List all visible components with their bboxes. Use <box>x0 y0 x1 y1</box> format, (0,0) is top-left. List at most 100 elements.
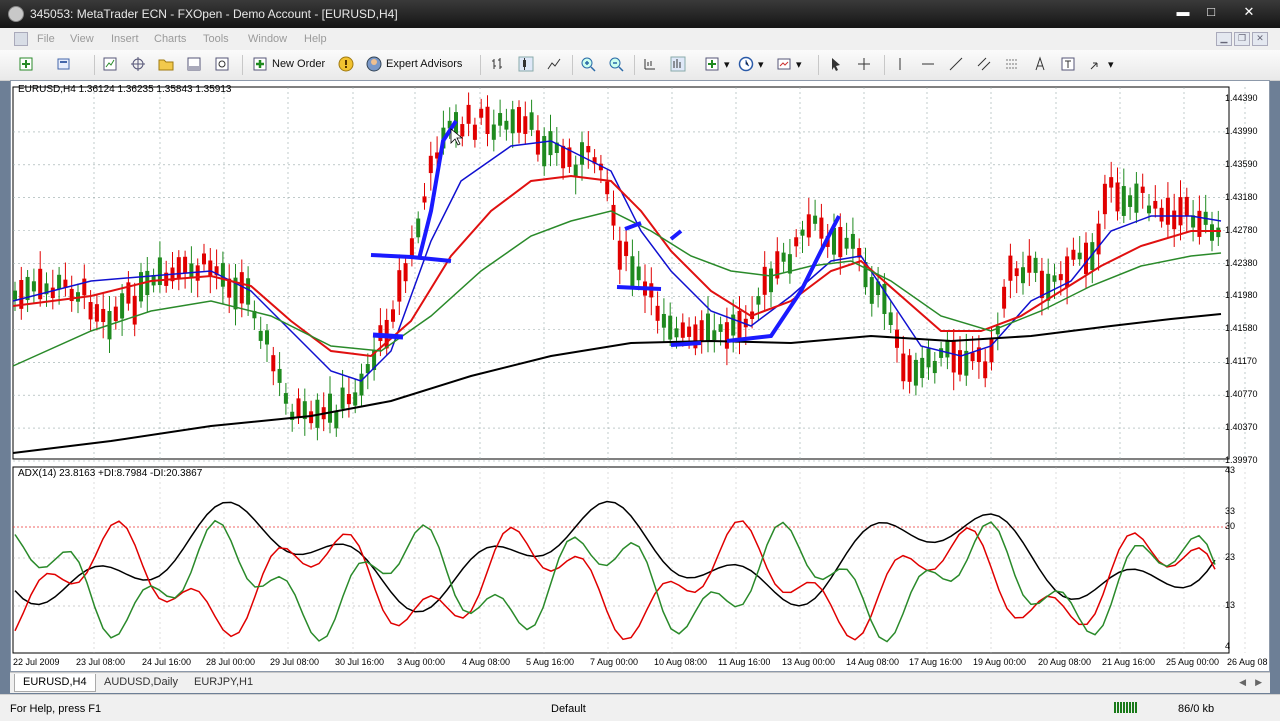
periods-button[interactable]: ▾ <box>738 56 764 74</box>
chart-shift-icon <box>670 56 686 72</box>
chart-window[interactable]: EURUSD,H4 1.36124 1.36235 1.35843 1.3591… <box>10 80 1270 672</box>
templates-button[interactable]: ▾ <box>776 56 802 74</box>
menu-charts[interactable]: Charts <box>154 33 186 45</box>
new-order-button[interactable]: New Order <box>252 56 325 74</box>
candle-body <box>769 268 773 293</box>
candle-body <box>334 411 339 429</box>
candle-body <box>939 348 944 358</box>
candle-body <box>328 393 332 423</box>
candle-body <box>731 314 736 336</box>
indicators-button[interactable]: ▾ <box>704 56 730 74</box>
menu-file[interactable]: File <box>37 33 55 45</box>
candle-body <box>1184 196 1189 217</box>
expert-advisors-icon <box>366 56 382 72</box>
bar-chart-button[interactable] <box>490 56 506 74</box>
date-tick-label: 3 Aug 00:00 <box>397 657 446 667</box>
date-tick-label: 11 Aug 16:00 <box>718 657 771 667</box>
adx-tick-label: 33 <box>1225 506 1236 516</box>
status-help: For Help, press F1 <box>10 703 102 715</box>
candle-body <box>309 411 314 424</box>
metaeditor-button[interactable] <box>338 56 354 74</box>
arrows-icon <box>1090 62 1098 70</box>
candle-body <box>1210 224 1214 241</box>
horizontal-line-button[interactable] <box>920 56 936 74</box>
candle-body <box>794 237 799 247</box>
candle-body <box>1071 249 1076 260</box>
candle-body <box>781 252 786 262</box>
candle-body <box>50 287 55 299</box>
fibonacci-button[interactable] <box>1004 56 1020 74</box>
maximize-button[interactable]: □ <box>1196 2 1226 22</box>
equidistant-channel-button[interactable] <box>976 56 992 74</box>
expert-advisors-label: Expert Advisors <box>386 58 463 70</box>
crosshair-button[interactable] <box>856 56 872 74</box>
adx-tick-label: 23 <box>1225 552 1236 562</box>
zoom-out-button[interactable] <box>608 56 624 74</box>
candlestick-icon <box>518 56 534 72</box>
date-tick-label: 23 Jul 08:00 <box>76 657 126 667</box>
cursor-button[interactable] <box>828 56 844 74</box>
window-title: 345053: MetaTrader ECN - FXOpen - Demo A… <box>30 7 398 21</box>
candle-body <box>901 353 906 382</box>
tab-audusd-daily[interactable]: AUDUSD,Daily <box>96 674 186 691</box>
candle-body <box>1178 197 1183 226</box>
line-chart-button[interactable] <box>546 56 562 74</box>
candle-body <box>674 328 679 338</box>
candle-body <box>737 310 742 340</box>
candle-body <box>1027 255 1032 273</box>
auto-scroll-button[interactable] <box>642 56 658 74</box>
candle-body <box>472 124 477 140</box>
candle-body <box>466 104 471 124</box>
date-tick-label: 21 Aug 16:00 <box>1102 657 1156 667</box>
menu-insert[interactable]: Insert <box>111 33 139 45</box>
terminal-button[interactable] <box>186 56 202 74</box>
vertical-line-button[interactable] <box>892 56 908 74</box>
minimize-button[interactable]: ▬ <box>1168 2 1198 22</box>
arrows-button[interactable]: ▾ <box>1088 56 1114 74</box>
tab-eurusd-h4[interactable]: EURUSD,H4 <box>14 674 96 692</box>
expert-advisors-button[interactable]: Expert Advisors <box>366 56 462 74</box>
candle-body <box>680 322 685 338</box>
child-restore-icon[interactable]: ❐ <box>1234 32 1250 46</box>
child-minimize-icon[interactable]: ▁ <box>1216 32 1232 46</box>
text-button[interactable] <box>1032 56 1048 74</box>
chart-shift-button[interactable] <box>670 56 686 74</box>
clock-icon <box>738 56 754 72</box>
candle-body <box>668 315 673 340</box>
candle-body <box>813 215 818 224</box>
new-chart-button[interactable] <box>18 56 34 74</box>
horizontal-line-icon <box>922 63 934 65</box>
price-tick-label: 1.43180 <box>1225 191 1258 202</box>
menu-window[interactable]: Window <box>248 33 287 45</box>
candle-body <box>460 124 465 137</box>
trendline-button[interactable] <box>948 56 964 74</box>
menu-view[interactable]: View <box>70 33 94 45</box>
strategy-tester-button[interactable] <box>214 56 230 74</box>
price-tick-label: 1.41580 <box>1225 323 1258 334</box>
market-watch-button[interactable] <box>102 56 118 74</box>
scroll-left-icon[interactable]: ◀ <box>1239 677 1246 688</box>
tab-eurjpy-h1[interactable]: EURJPY,H1 <box>186 674 261 691</box>
candlestick-button[interactable] <box>518 56 534 74</box>
candle-body <box>132 295 137 325</box>
data-window-button[interactable] <box>130 56 146 74</box>
document-icon[interactable] <box>14 32 28 46</box>
chart-canvas[interactable] <box>11 81 1269 671</box>
navigator-button[interactable] <box>158 56 174 74</box>
candle-body <box>57 274 62 290</box>
candle-body <box>586 146 591 153</box>
menu-tools[interactable]: Tools <box>203 33 229 45</box>
close-button[interactable]: ✕ <box>1234 2 1264 22</box>
candle-body <box>277 368 282 383</box>
magnifier-chart-icon <box>215 57 229 71</box>
menu-help[interactable]: Help <box>304 33 327 45</box>
adx-minus-di-line <box>14 520 1216 641</box>
text-label-button[interactable] <box>1060 56 1076 74</box>
candle-body <box>397 270 402 302</box>
new-order-label: New Order <box>272 58 326 70</box>
zoom-in-button[interactable] <box>580 56 596 74</box>
candle-body <box>907 355 912 382</box>
profiles-button[interactable] <box>56 56 72 74</box>
scroll-right-icon[interactable]: ▶ <box>1255 677 1262 688</box>
child-close-icon[interactable]: ✕ <box>1252 32 1268 46</box>
